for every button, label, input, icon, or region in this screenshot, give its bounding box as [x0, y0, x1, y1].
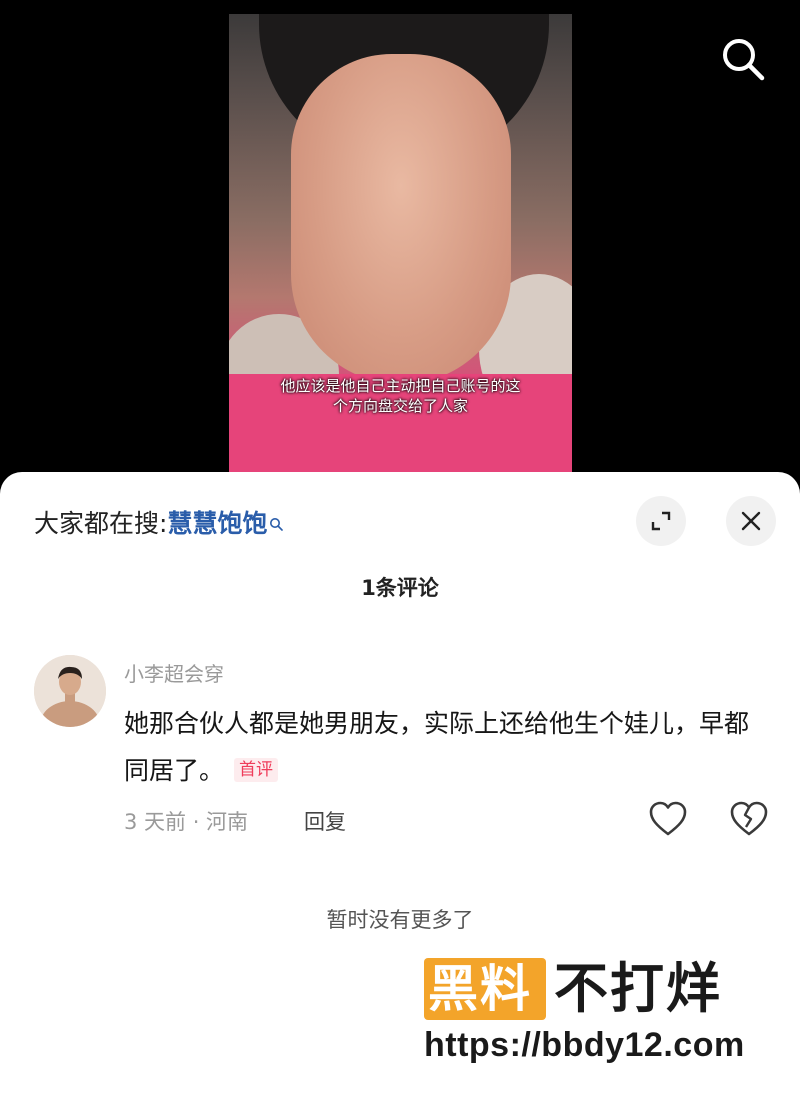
close-icon — [741, 511, 761, 531]
comment-body: 她那合伙人都是她男朋友，实际上还给他生个娃儿，早都同居了。 首评 — [124, 700, 764, 794]
video-frame[interactable]: 他应该是他自己主动把自己账号的这 个方向盘交给了人家 — [229, 14, 572, 472]
subtitle-line-1: 他应该是他自己主动把自己账号的这 — [280, 377, 521, 395]
no-more-text: 暂时没有更多了 — [326, 908, 474, 932]
expand-button[interactable] — [636, 496, 686, 546]
search-icon — [723, 39, 765, 81]
reply-button[interactable]: 回复 — [304, 806, 346, 836]
avatar[interactable] — [34, 655, 106, 727]
video-face — [291, 54, 511, 384]
watermark-text: 不打烊 — [554, 957, 722, 1020]
search-suggestion[interactable]: 大家都在搜:慧慧饱饱 — [34, 504, 284, 540]
watermark-highlight: 黑料 — [428, 960, 532, 1018]
like-button[interactable] — [648, 800, 688, 838]
comment-username[interactable]: 小李超会穿 — [124, 658, 224, 687]
first-comment-badge: 首评 — [234, 758, 279, 782]
video-subtitle: 他应该是他自己主动把自己账号的这 个方向盘交给了人家 — [229, 376, 572, 416]
comment-count: 1条评论 — [361, 576, 439, 600]
mini-search-icon — [269, 508, 284, 537]
comment-meta: 3 天前 · 河南 — [124, 810, 249, 834]
watermark: 黑料 不打烊 https://bbdy12.com — [420, 956, 780, 1076]
search-keyword[interactable]: 慧慧饱饱 — [167, 509, 267, 538]
close-button[interactable] — [726, 496, 776, 546]
comment-text: 她那合伙人都是她男朋友，实际上还给他生个娃儿，早都同居了。 — [124, 709, 750, 785]
comment-sheet: 大家都在搜:慧慧饱饱 1条评论 小李超会穿 她那合伙人都是她男朋友，实际上还给他… — [0, 472, 800, 1107]
dislike-button[interactable] — [729, 800, 769, 838]
broken-heart-icon — [730, 801, 768, 836]
subtitle-line-2: 个方向盘交给了人家 — [332, 397, 468, 415]
heart-icon — [649, 801, 687, 836]
video-player[interactable]: 他应该是他自己主动把自己账号的这 个方向盘交给了人家 — [0, 0, 800, 480]
expand-icon — [651, 511, 671, 531]
search-button[interactable] — [718, 34, 766, 82]
search-prefix: 大家都在搜: — [34, 509, 168, 538]
watermark-url: https://bbdy12.com — [424, 1026, 745, 1064]
avatar-image — [34, 655, 106, 727]
